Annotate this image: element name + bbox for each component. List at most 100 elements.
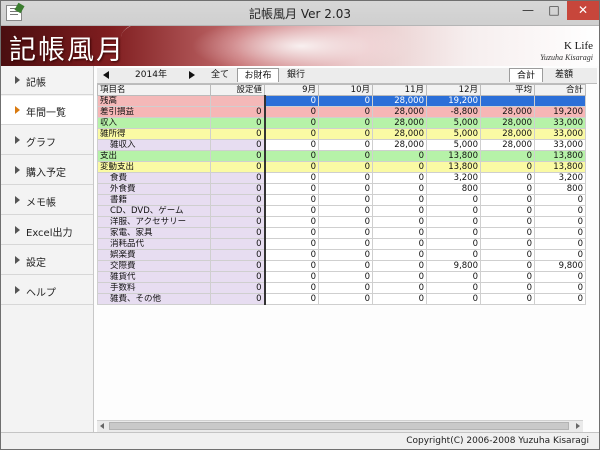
table-cell[interactable]: 0 [480,249,535,261]
table-row[interactable]: 雑収入 0 0 0 28,000 5,000 28,000 33,000 [97,139,586,151]
column-header[interactable]: 12月 [426,84,481,96]
row-label[interactable]: 収入 [97,117,211,129]
table-cell[interactable]: 0 [318,106,373,118]
table-cell[interactable]: 33,000 [534,117,586,129]
table-cell[interactable]: 0 [210,139,266,151]
table-cell[interactable]: -8,800 [426,106,481,118]
table-cell[interactable]: 0 [480,293,535,305]
table-cell[interactable]: 0 [372,238,427,250]
table-cell[interactable]: 13,800 [426,161,481,173]
table-cell[interactable]: 0 [426,271,481,283]
table-cell[interactable]: 0 [318,271,373,283]
table-cell[interactable]: 0 [318,260,373,272]
table-cell[interactable]: 0 [210,106,266,118]
table-cell[interactable] [480,95,535,107]
sidebar-item-ledger[interactable]: 記帳 [1,66,93,95]
table-cell[interactable]: 0 [264,249,319,261]
maximize-button[interactable]: □ [541,1,567,20]
table-cell[interactable]: 0 [210,161,266,173]
table-cell[interactable]: 33,000 [534,128,586,140]
table-cell[interactable]: 13,800 [426,150,481,162]
table-cell[interactable]: 0 [426,205,481,217]
table-cell[interactable]: 0 [318,172,373,184]
table-cell[interactable]: 0 [534,227,586,239]
table-cell[interactable]: 0 [264,227,319,239]
column-header[interactable]: 9月 [264,84,319,96]
table-row[interactable]: 雑所得 0 0 0 28,000 5,000 28,000 33,000 [97,128,586,140]
table-cell[interactable]: 3,200 [534,172,586,184]
table-cell[interactable]: 0 [318,293,373,305]
sidebar-item-annual-list[interactable]: 年間一覧 [1,96,93,125]
table-cell[interactable]: 13,800 [534,161,586,173]
table-cell[interactable]: 800 [426,183,481,195]
row-label[interactable]: CD、DVD、ゲーム [97,205,211,217]
table-cell[interactable]: 0 [210,216,266,228]
column-header[interactable]: 項目名 [97,84,211,96]
filter-wallet-tab[interactable]: お財布 [237,68,279,82]
table-cell[interactable]: 3,200 [426,172,481,184]
table-cell[interactable]: 9,800 [534,260,586,272]
table-row[interactable]: 手数料 0 0 0 0 0 0 0 [97,282,586,294]
table-cell[interactable]: 0 [534,282,586,294]
row-label[interactable]: 残高 [97,95,211,107]
scrollbar-thumb[interactable] [109,422,569,430]
table-cell[interactable]: 0 [534,293,586,305]
table-cell[interactable]: 0 [264,139,319,151]
row-label[interactable]: 雑貨代 [97,271,211,283]
close-button[interactable]: ✕ [567,1,599,20]
sidebar-item-graph[interactable]: グラフ [1,126,93,155]
scroll-left-icon[interactable] [100,423,104,429]
table-cell[interactable]: 0 [210,238,266,250]
table-cell[interactable] [534,95,586,107]
table-cell[interactable]: 0 [426,194,481,206]
table-cell[interactable]: 0 [426,293,481,305]
table-cell[interactable]: 0 [318,150,373,162]
table-cell[interactable]: 0 [480,183,535,195]
column-header[interactable]: 11月 [372,84,427,96]
table-cell[interactable]: 0 [318,282,373,294]
table-cell[interactable]: 0 [264,183,319,195]
table-cell[interactable]: 0 [210,282,266,294]
table-cell[interactable]: 0 [210,172,266,184]
table-cell[interactable]: 0 [426,238,481,250]
table-cell[interactable]: 0 [480,238,535,250]
table-cell[interactable]: 0 [426,227,481,239]
table-row[interactable]: 交際費 0 0 0 0 9,800 0 9,800 [97,260,586,272]
table-cell[interactable]: 28,000 [480,128,535,140]
table-cell[interactable]: 0 [480,227,535,239]
table-cell[interactable]: 0 [372,150,427,162]
row-label[interactable]: 差引損益 [97,106,211,118]
table-cell[interactable]: 0 [372,161,427,173]
table-cell[interactable]: 0 [210,227,266,239]
sidebar-item-memo[interactable]: メモ帳 [1,186,93,215]
scroll-right-icon[interactable] [576,423,580,429]
row-label[interactable]: 交際費 [97,260,211,272]
table-cell[interactable]: 19,200 [534,106,586,118]
row-label[interactable]: 娯楽費 [97,249,211,261]
table-cell[interactable]: 0 [480,216,535,228]
table-cell[interactable]: 0 [372,205,427,217]
table-cell[interactable]: 0 [210,150,266,162]
row-label[interactable]: 書籍 [97,194,211,206]
table-row[interactable]: 雑費、その他 0 0 0 0 0 0 0 [97,293,586,305]
table-cell[interactable]: 28,000 [372,117,427,129]
row-label[interactable]: 外食費 [97,183,211,195]
difference-tab[interactable]: 差額 [547,68,581,82]
table-cell[interactable]: 0 [318,139,373,151]
table-cell[interactable]: 0 [210,183,266,195]
row-label[interactable]: 支出 [97,150,211,162]
table-row[interactable]: 変動支出 0 0 0 0 13,800 0 13,800 [97,161,586,173]
table-cell[interactable]: 0 [318,205,373,217]
table-cell[interactable]: 0 [534,194,586,206]
table-row[interactable]: 収入 0 0 0 28,000 5,000 28,000 33,000 [97,117,586,129]
table-cell[interactable]: 0 [372,260,427,272]
table-cell[interactable]: 0 [264,282,319,294]
table-row[interactable]: 家電、家具 0 0 0 0 0 0 0 [97,227,586,239]
table-cell[interactable]: 0 [318,128,373,140]
table-cell[interactable]: 0 [480,172,535,184]
row-label[interactable]: 家電、家具 [97,227,211,239]
total-tab[interactable]: 合計 [509,68,543,82]
row-label[interactable]: 消耗品代 [97,238,211,250]
table-cell[interactable]: 5,000 [426,117,481,129]
table-cell[interactable]: 0 [264,271,319,283]
